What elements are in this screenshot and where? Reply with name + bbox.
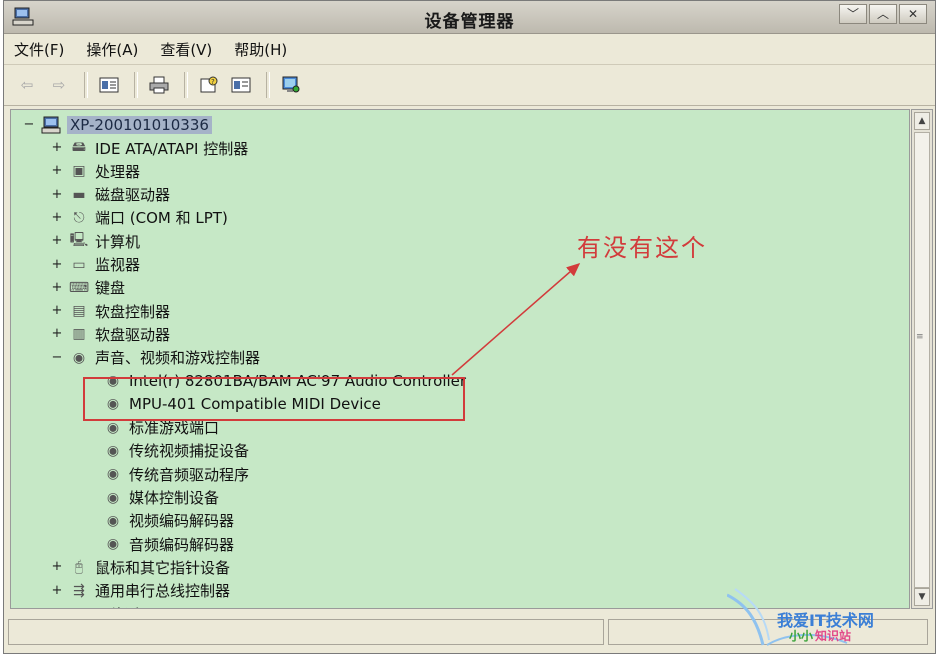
svg-text:?: ? — [211, 78, 215, 86]
view-icon[interactable] — [228, 73, 254, 97]
help-icon[interactable]: ? — [196, 73, 222, 97]
menu-view[interactable]: 查看(V) — [160, 39, 212, 60]
toolbar-separator — [84, 72, 88, 98]
menu-action[interactable]: 操作(A) — [86, 39, 138, 60]
maximize-button[interactable]: ︿ — [869, 4, 897, 24]
scrollbar-thumb[interactable] — [914, 132, 930, 588]
toolbar-separator — [134, 72, 138, 98]
title-bar: 设备管理器 ﹀ ︿ ✕ — [4, 1, 935, 34]
forward-arrow-icon[interactable]: ⇨ — [46, 73, 72, 97]
watermark-text: 知识站 — [815, 629, 852, 643]
menu-file[interactable]: 文件(F) — [14, 39, 64, 60]
toolbar-separator — [184, 72, 188, 98]
toolbar: ⇦ ⇨ ? — [4, 65, 935, 106]
scan-hardware-icon[interactable] — [278, 73, 304, 97]
annotation-text: 有没有这个 — [577, 234, 707, 262]
status-cell-main — [8, 619, 604, 645]
watermark-text: 小小 — [789, 629, 814, 643]
device-manager-window: 设备管理器 ﹀ ︿ ✕ 文件(F) 操作(A) 查看(V) 帮助(H) ⇦ ⇨ … — [3, 0, 936, 654]
scroll-up-icon[interactable]: ▲ — [914, 112, 930, 130]
properties-icon[interactable] — [96, 73, 122, 97]
menu-bar: 文件(F) 操作(A) 查看(V) 帮助(H) — [4, 34, 935, 65]
window-title: 设备管理器 — [424, 12, 515, 32]
menu-help[interactable]: 帮助(H) — [234, 39, 287, 60]
grip-icon: ≡ — [916, 332, 924, 342]
close-button[interactable]: ✕ — [899, 4, 927, 24]
annotation-arrow — [451, 263, 581, 376]
toolbar-separator — [266, 72, 270, 98]
minimize-button[interactable]: ﹀ — [839, 4, 867, 24]
vertical-scrollbar[interactable]: ▲ ≡ ▼ — [911, 109, 933, 609]
watermark-logo: 我爱IT技术网 小小 知识站 — [727, 585, 937, 653]
print-icon[interactable] — [146, 73, 172, 97]
back-arrow-icon[interactable]: ⇦ — [14, 73, 40, 97]
device-tree: − XP-200101010336 + 🖴 IDE ATA/ATAPI 控制器 + ▣ 处… — [10, 109, 910, 609]
